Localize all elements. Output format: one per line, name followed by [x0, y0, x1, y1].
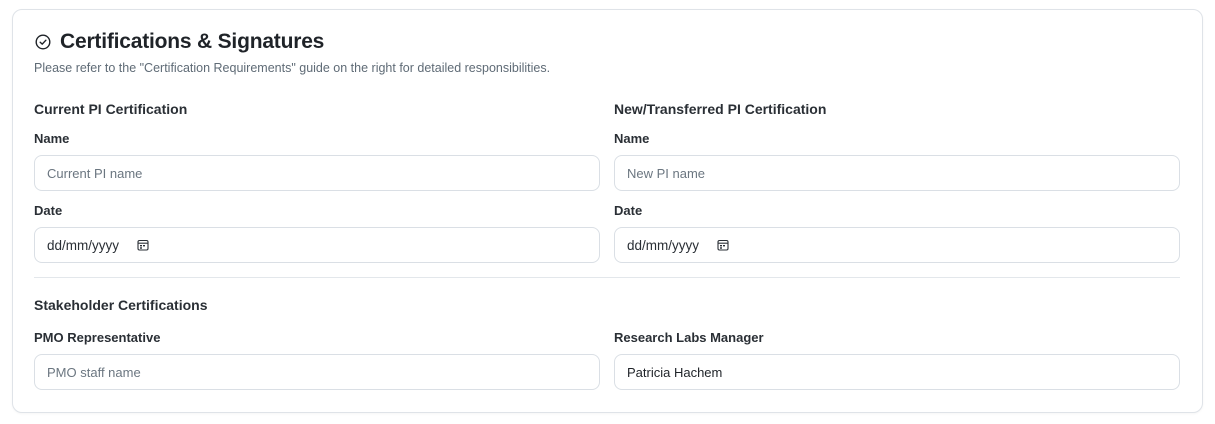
new-pi-date-label: Date [614, 203, 643, 218]
new-pi-heading: New/Transferred PI Certification [614, 101, 827, 117]
section-header: Certifications & Signatures [34, 30, 324, 54]
labs-manager-input[interactable]: Patricia Hachem [614, 354, 1180, 390]
calendar-icon[interactable] [717, 239, 729, 251]
new-pi-name-label: Name [614, 131, 650, 146]
new-pi-name-input[interactable]: New PI name [614, 155, 1180, 191]
current-pi-date-value: dd/mm/yyyy [47, 237, 120, 253]
pmo-label: PMO Representative [34, 330, 161, 345]
check-circle-icon [34, 33, 52, 51]
current-pi-name-input[interactable]: Current PI name [34, 155, 600, 191]
pmo-name-input[interactable]: PMO staff name [34, 354, 600, 390]
labs-manager-label: Research Labs Manager [614, 330, 764, 345]
new-pi-date-input[interactable]: dd/mm/yyyy [614, 227, 1180, 263]
calendar-icon[interactable] [137, 239, 149, 251]
current-pi-date-label: Date [34, 203, 63, 218]
new-pi-date-value: dd/mm/yyyy [627, 237, 700, 253]
current-pi-heading: Current PI Certification [34, 101, 188, 117]
section-divider [34, 277, 1180, 278]
current-pi-name-placeholder: Current PI name [47, 165, 143, 181]
section-subtitle: Please refer to the "Certification Requi… [34, 61, 551, 75]
certifications-card: Certifications & Signatures Please refer… [12, 9, 1203, 413]
pmo-name-placeholder: PMO staff name [47, 364, 141, 380]
new-pi-name-placeholder: New PI name [627, 165, 706, 181]
current-pi-name-label: Name [34, 131, 70, 146]
labs-manager-value: Patricia Hachem [627, 364, 723, 380]
section-title: Certifications & Signatures [60, 30, 325, 53]
stakeholder-heading: Stakeholder Certifications [34, 297, 208, 313]
current-pi-date-input[interactable]: dd/mm/yyyy [34, 227, 600, 263]
